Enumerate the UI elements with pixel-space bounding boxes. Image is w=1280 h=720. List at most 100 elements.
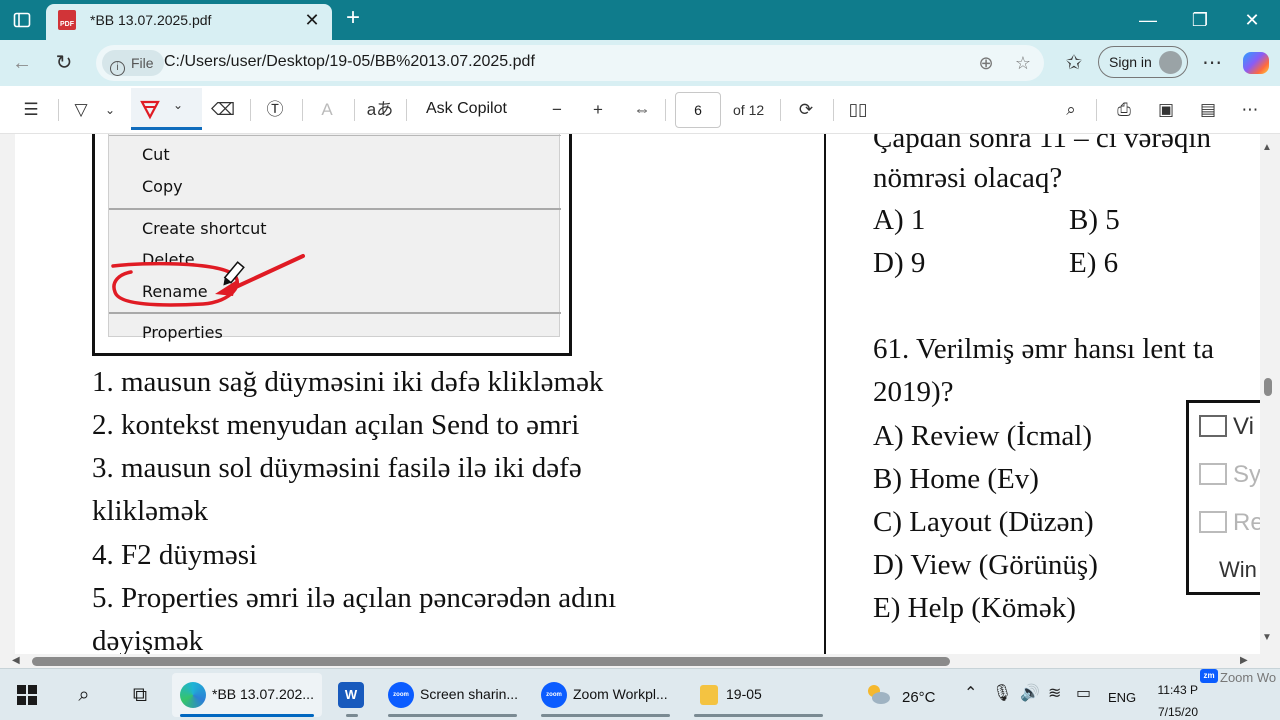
divider: [354, 99, 355, 121]
read-aloud-icon: A: [321, 100, 333, 119]
taskbar-app-zoom-workplace[interactable]: zoom Zoom Workpl...: [533, 673, 678, 717]
question-61-text: 61. Verilmiş əmr hansı lent ta: [873, 333, 1214, 365]
new-tab-icon[interactable]: +: [340, 6, 366, 32]
save-as-icon[interactable]: ▤: [1194, 98, 1222, 122]
running-indicator: [346, 714, 358, 717]
horizontal-scrollbar[interactable]: ◀ ▶: [0, 654, 1280, 668]
ribbon-item-reset: Re: [1199, 509, 1260, 537]
column-divider: [824, 134, 826, 654]
page-number-input[interactable]: 6: [675, 92, 721, 128]
page-total: of 12: [733, 102, 765, 118]
save-icon[interactable]: ▣: [1152, 98, 1180, 122]
divider: [109, 208, 561, 210]
speaker-icon[interactable]: 🔊: [1020, 683, 1040, 703]
print-icon[interactable]: ⎙: [1110, 98, 1138, 122]
close-window-icon[interactable]: ✕: [1230, 6, 1274, 34]
question-61-text-cont: 2019)?: [873, 376, 954, 408]
minimize-icon[interactable]: —: [1126, 6, 1170, 34]
vertical-scrollbar-thumb[interactable]: [1264, 378, 1272, 396]
eraser-icon[interactable]: ⌫: [210, 98, 236, 122]
site-info-chip[interactable]: i File: [102, 50, 164, 76]
favorites-icon[interactable]: ✩: [1060, 49, 1088, 77]
pdf-viewer[interactable]: Cut Copy Create shortcut Delete Rename P…: [0, 134, 1280, 668]
draw-tool-active[interactable]: ⌄: [131, 88, 202, 130]
taskbar-app-label: Zoom Workpl...: [573, 686, 668, 702]
zoom-out-icon[interactable]: −: [544, 98, 570, 122]
file-chip-label: File: [131, 55, 154, 71]
ask-copilot-button[interactable]: Ask Copilot: [426, 100, 507, 118]
divider: [406, 99, 407, 121]
option-line-1: 1. mausun sağ düyməsini iki dəfə kliklәm…: [92, 366, 604, 398]
answer-option-e: E) Help (Kömək): [873, 592, 1076, 624]
windows-start-icon[interactable]: [17, 685, 37, 705]
clock[interactable]: 11:43 P 7/15/20: [1148, 679, 1198, 720]
copilot-icon[interactable]: [1243, 52, 1269, 74]
ribbon-item-sync: Sy: [1199, 461, 1260, 489]
taskbar: ⌕ ⧉ *BB 13.07.202... W zoom Screen shari…: [0, 668, 1280, 720]
close-tab-icon[interactable]: ✕: [300, 8, 324, 32]
menu-item-copy: Copy: [142, 177, 183, 196]
wifi-icon[interactable]: ≋: [1048, 683, 1061, 703]
contents-list-icon[interactable]: ☰: [18, 98, 44, 122]
scroll-down-arrow-icon[interactable]: ▼: [1262, 632, 1272, 643]
ribbon-group-window: Win: [1219, 557, 1257, 582]
scroll-right-arrow-icon[interactable]: ▶: [1240, 655, 1248, 666]
rotate-icon[interactable]: ⟳: [793, 98, 819, 122]
clock-time: 11:43 P: [1157, 683, 1198, 697]
taskbar-app-explorer[interactable]: 19-05: [686, 673, 831, 717]
tab-title: *BB 13.07.2025.pdf: [90, 12, 212, 28]
answer-option-d: D) View (Görünüş): [873, 549, 1098, 581]
answer-option-b: B) Home (Ev): [873, 463, 1039, 495]
option-line-4: 4. F2 düyməsi: [92, 539, 258, 571]
chevron-down-icon[interactable]: ⌄: [173, 98, 183, 112]
search-icon[interactable]: ⌕: [70, 681, 98, 709]
text-box-icon[interactable]: Ⓣ: [262, 98, 288, 122]
url-text[interactable]: C:/Users/user/Desktop/19-05/BB%2013.07.2…: [164, 53, 535, 71]
zoom-in-icon[interactable]: +: [585, 98, 611, 122]
taskbar-app-zoom-share[interactable]: zoom Screen sharin...: [380, 673, 525, 717]
zoom-badge-icon: zm: [1200, 669, 1218, 683]
chevron-down-icon[interactable]: ⌄: [100, 98, 120, 122]
taskbar-app-label: 19-05: [726, 686, 762, 702]
battery-icon[interactable]: ▭: [1076, 683, 1091, 703]
zoom-notification[interactable]: zm Zoom Wo: [1200, 669, 1280, 697]
zoom-icon: zoom: [388, 682, 414, 708]
tab-pdf[interactable]: PDF *BB 13.07.2025.pdf ✕: [46, 4, 332, 40]
highlight-icon[interactable]: ▽: [68, 98, 94, 122]
divider: [1096, 99, 1097, 121]
scroll-left-arrow-icon[interactable]: ◀: [12, 655, 20, 666]
search-icon[interactable]: ⌕: [1058, 98, 1084, 122]
sign-in-button[interactable]: Sign in: [1098, 46, 1188, 78]
temperature[interactable]: 26°C: [902, 689, 936, 706]
restore-icon[interactable]: ❐: [1178, 6, 1222, 34]
horizontal-scrollbar-thumb[interactable]: [32, 657, 950, 666]
pdf-page: Cut Copy Create shortcut Delete Rename P…: [15, 134, 1260, 668]
refresh-icon[interactable]: ↻: [50, 49, 78, 77]
back-arrow-icon[interactable]: ←: [8, 49, 36, 77]
microphone-icon[interactable]: 🎙: [992, 683, 1012, 703]
favorite-star-icon[interactable]: ☆: [1011, 51, 1035, 75]
reset-position-icon: [1199, 511, 1227, 533]
translate-icon[interactable]: aあ: [366, 98, 394, 122]
scroll-up-arrow-icon[interactable]: ▲: [1262, 142, 1272, 153]
page-view-icon[interactable]: ▯▯: [844, 98, 872, 122]
running-indicator: [541, 714, 670, 717]
option-line-2: 2. kontekst menyudan açılan Send to əmri: [92, 409, 580, 441]
fit-width-icon[interactable]: ⇔: [628, 98, 656, 122]
taskbar-app-word[interactable]: W: [330, 673, 374, 717]
zoom-magnifier-icon[interactable]: ⊕: [974, 51, 998, 75]
prev-option-e: E) 6: [1069, 247, 1119, 279]
tab-actions-icon[interactable]: [10, 8, 34, 32]
weather-cloud-sun-icon[interactable]: [864, 681, 892, 707]
more-options-icon[interactable]: ⋯: [1237, 98, 1263, 122]
more-menu-icon[interactable]: ⋯: [1198, 49, 1226, 77]
taskbar-app-edge[interactable]: *BB 13.07.202...: [172, 673, 322, 717]
red-ink-annotation: [111, 254, 305, 307]
clock-date: 7/15/20: [1157, 705, 1198, 719]
address-bar[interactable]: i File C:/Users/user/Desktop/19-05/BB%201…: [96, 45, 1044, 81]
menu-item-properties: Properties: [142, 323, 223, 342]
language-indicator[interactable]: ENG: [1108, 690, 1136, 705]
active-indicator: [180, 714, 314, 717]
task-view-icon[interactable]: ⧉: [126, 681, 154, 709]
chevron-up-icon[interactable]: ⌃: [964, 683, 977, 703]
